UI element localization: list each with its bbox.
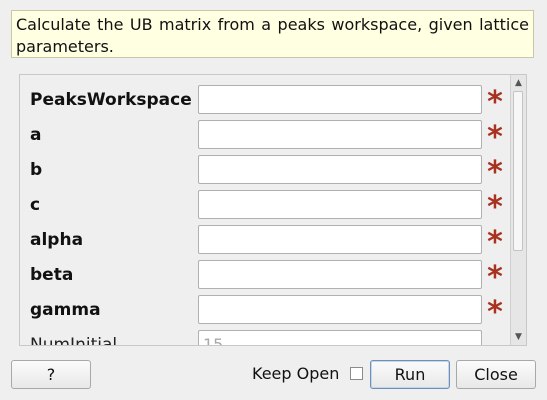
property-row-numinitial: NumInitial xyxy=(20,330,510,346)
property-row-peaksworkspace: PeaksWorkspace * xyxy=(20,85,510,120)
alpha-input[interactable] xyxy=(198,225,482,254)
b-input[interactable] xyxy=(198,155,482,184)
properties-scrollbar[interactable]: ▲ ▼ xyxy=(510,75,526,345)
property-label: PeaksWorkspace xyxy=(30,90,192,110)
property-label: a xyxy=(30,125,42,145)
peaksworkspace-input[interactable] xyxy=(198,85,482,114)
property-row-c: c * xyxy=(20,190,510,225)
required-star-icon: * xyxy=(487,295,503,330)
a-input[interactable] xyxy=(198,120,482,149)
help-button[interactable]: ? xyxy=(11,360,91,389)
scroll-up-arrow-icon[interactable]: ▲ xyxy=(511,76,526,90)
required-star-icon: * xyxy=(487,85,503,120)
keep-open-checkbox[interactable] xyxy=(350,367,363,380)
numinitial-input[interactable] xyxy=(198,330,482,345)
required-star-icon: * xyxy=(487,120,503,155)
property-label: beta xyxy=(30,265,74,285)
required-star-icon: * xyxy=(487,260,503,295)
property-row-beta: beta * xyxy=(20,260,510,295)
beta-input[interactable] xyxy=(198,260,482,289)
property-label: NumInitial xyxy=(30,335,118,346)
property-row-a: a * xyxy=(20,120,510,155)
property-row-gamma: gamma * xyxy=(20,295,510,330)
scrollbar-thumb[interactable] xyxy=(513,91,523,251)
c-input[interactable] xyxy=(198,190,482,219)
gamma-input[interactable] xyxy=(198,295,482,324)
property-row-alpha: alpha * xyxy=(20,225,510,260)
properties-scroll-area[interactable]: PeaksWorkspace * a * b * c * alpha * bet… xyxy=(19,74,527,346)
close-button[interactable]: Close xyxy=(456,360,536,389)
run-button[interactable]: Run xyxy=(370,360,450,389)
property-row-b: b * xyxy=(20,155,510,190)
property-label: gamma xyxy=(30,300,101,320)
required-star-icon: * xyxy=(487,225,503,260)
algorithm-description: Calculate the UB matrix from a peaks wor… xyxy=(11,10,534,58)
scroll-down-arrow-icon[interactable]: ▼ xyxy=(511,330,526,344)
required-star-icon: * xyxy=(487,190,503,225)
property-label: alpha xyxy=(30,230,84,250)
property-label: c xyxy=(30,195,41,215)
property-label: b xyxy=(30,160,43,180)
keep-open-label[interactable]: Keep Open xyxy=(252,364,339,383)
required-star-icon: * xyxy=(487,155,503,190)
